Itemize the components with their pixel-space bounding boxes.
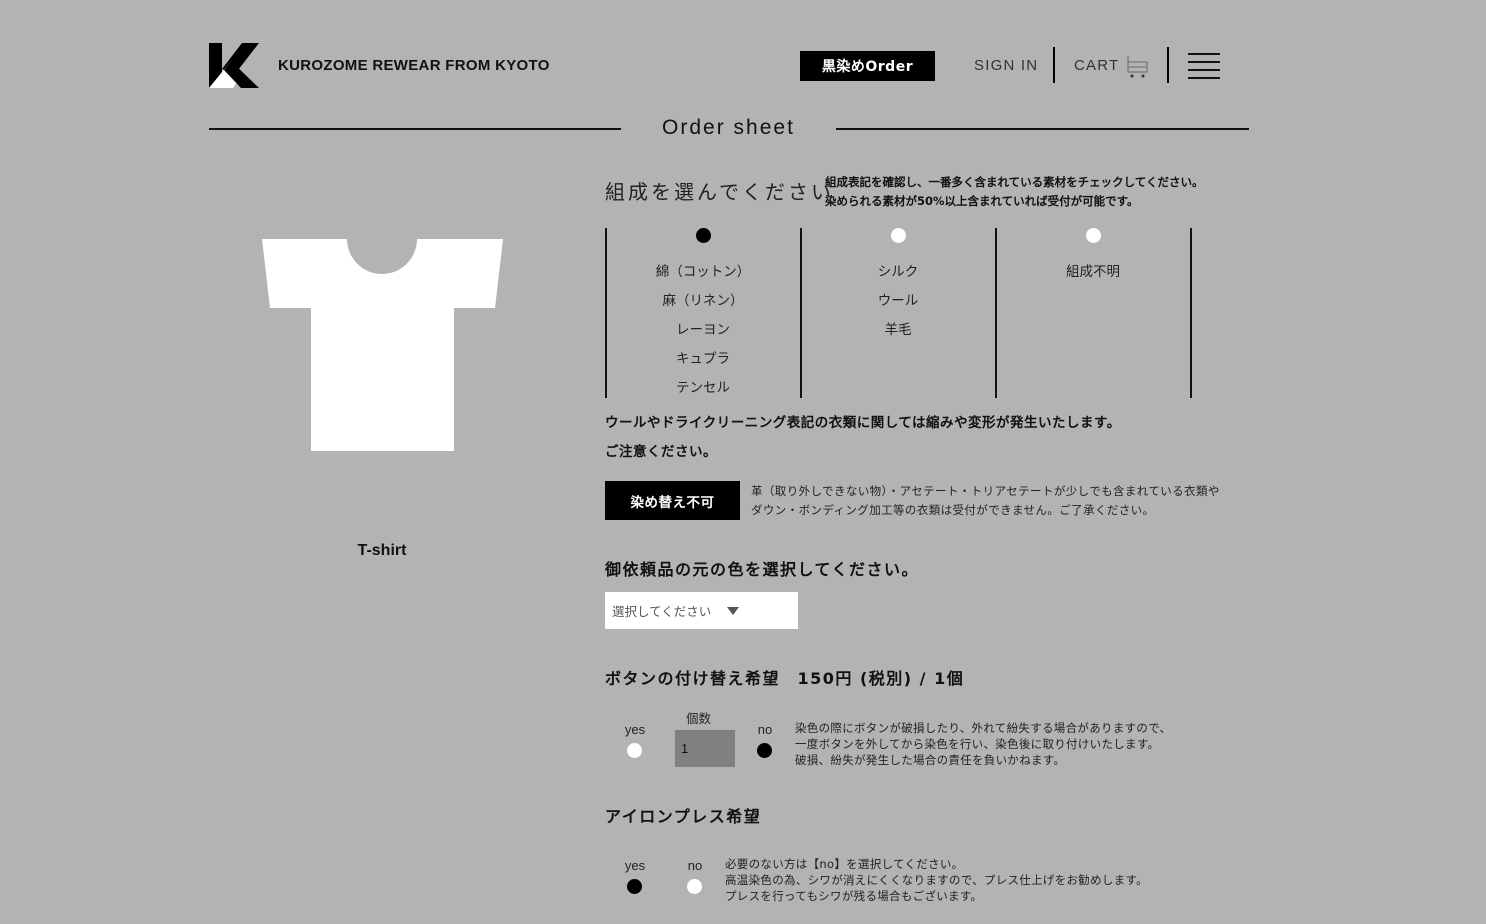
composition-note: 組成表記を確認し、一番多く含まれている素材をチェックしてください。 染められる素… xyxy=(825,173,1203,211)
composition-radio-unknown[interactable] xyxy=(1086,228,1101,243)
note-line: 破損、紛失が発生した場合の責任を負いかねます。 xyxy=(795,753,1066,767)
original-color-title: 御依頼品の元の色を選択してください。 xyxy=(605,560,920,579)
not-dyeable-badge: 染め替え不可 xyxy=(605,481,740,520)
button-yes-label: yes xyxy=(624,722,646,737)
quantity-label: 個数 xyxy=(686,711,712,726)
button-replace-yes-radio[interactable] xyxy=(627,743,642,758)
composition-radio-silk-group[interactable] xyxy=(891,228,906,243)
note-line: プレスを行ってもシワが残る場合もございます。 xyxy=(725,889,983,903)
material-label: 羊毛 xyxy=(884,322,912,338)
note-line: 染められる素材が50%以上含まれていれば受付が可能です。 xyxy=(825,194,1139,208)
title-rule-left xyxy=(209,128,621,130)
button-replace-title: ボタンの付け替え希望 150円 (税別) / 1個 xyxy=(605,669,965,688)
material-label: 綿（コットン） xyxy=(655,264,751,280)
column-divider xyxy=(995,228,997,398)
material-label: キュプラ xyxy=(676,351,730,367)
note-line: 革（取り外しできない物）・アセテート・トリアセテートが少しでも含まれている衣類や xyxy=(751,484,1220,498)
not-dyeable-note: 革（取り外しできない物）・アセテート・トリアセテートが少しでも含まれている衣類や… xyxy=(751,482,1220,520)
iron-press-note: 必要のない方は【no】を選択してください。 高温染色の為、シワが消えにくくなりま… xyxy=(725,856,1148,904)
button-no-label: no xyxy=(757,722,773,737)
iron-press-title: アイロンプレス希望 xyxy=(605,807,762,826)
press-no-label: no xyxy=(687,858,703,873)
cart-link[interactable]: CART xyxy=(1074,57,1119,74)
composition-radio-cotton-group[interactable] xyxy=(696,228,711,243)
column-divider xyxy=(1190,228,1192,398)
note-line: ダウン・ボンディング加工等の衣類は受付ができません。ご了承ください。 xyxy=(751,503,1155,517)
warning-line: ウールやドライクリーニング表記の衣類に関しては縮みや変形が発生いたします。 xyxy=(605,415,1121,431)
press-yes-label: yes xyxy=(624,858,646,873)
note-line: 必要のない方は【no】を選択してください。 xyxy=(725,857,964,871)
material-label: シルク xyxy=(877,264,919,280)
iron-press-yes-radio[interactable] xyxy=(627,879,642,894)
composition-option-cotton-group[interactable]: 綿（コットン） 麻（リネン） レーヨン キュプラ テンセル xyxy=(607,258,799,403)
material-label: ウール xyxy=(877,293,919,309)
cart-icon[interactable] xyxy=(1126,54,1150,78)
brand-name[interactable]: KUROZOME REWEAR FROM KYOTO xyxy=(278,57,550,74)
hamburger-menu-icon[interactable] xyxy=(1188,53,1220,79)
shrink-warning: ウールやドライクリーニング表記の衣類に関しては縮みや変形が発生いたします。 ご注… xyxy=(605,409,1121,467)
note-line: 一度ボタンを外してから染色を行い、染色後に取り付けいたします。 xyxy=(795,737,1160,751)
composition-option-silk-group[interactable]: シルク ウール 羊毛 xyxy=(802,258,994,345)
warning-line: ご注意ください。 xyxy=(605,444,717,460)
tshirt-image xyxy=(262,239,503,451)
note-line: 組成表記を確認し、一番多く含まれている素材をチェックしてください。 xyxy=(825,175,1204,189)
material-label: テンセル xyxy=(676,380,730,396)
iron-press-no-radio[interactable] xyxy=(687,879,702,894)
select-value: 選択してください xyxy=(612,604,712,619)
material-label: 麻（リネン） xyxy=(662,293,744,309)
sign-in-link[interactable]: SIGN IN xyxy=(974,57,1038,74)
product-name: T-shirt xyxy=(357,542,407,559)
title-rule-right xyxy=(836,128,1249,130)
quantity-input[interactable] xyxy=(675,730,735,767)
note-line: 染色の際にボタンが破損したり、外れて紛失する場合がありますので、 xyxy=(795,721,1172,735)
kurozome-order-button[interactable]: 黒染めOrder xyxy=(800,51,935,81)
composition-title: 組成を選んでください xyxy=(605,180,834,204)
dropdown-caret-icon xyxy=(727,606,740,615)
material-label: レーヨン xyxy=(676,322,730,338)
material-label: 組成不明 xyxy=(1066,264,1120,280)
note-line: 高温染色の為、シワが消えにくくなりますので、プレス仕上げをお勧めします。 xyxy=(725,873,1148,887)
button-replace-no-radio[interactable] xyxy=(757,743,772,758)
button-replace-note: 染色の際にボタンが破損したり、外れて紛失する場合がありますので、 一度ボタンを外… xyxy=(795,720,1171,768)
composition-option-unknown[interactable]: 組成不明 xyxy=(997,258,1189,287)
header-divider xyxy=(1167,47,1169,83)
original-color-select[interactable]: 選択してください xyxy=(605,592,798,629)
header-divider xyxy=(1053,47,1055,83)
page-title: Order sheet xyxy=(662,116,795,139)
kurozome-logo-icon[interactable] xyxy=(209,43,259,88)
